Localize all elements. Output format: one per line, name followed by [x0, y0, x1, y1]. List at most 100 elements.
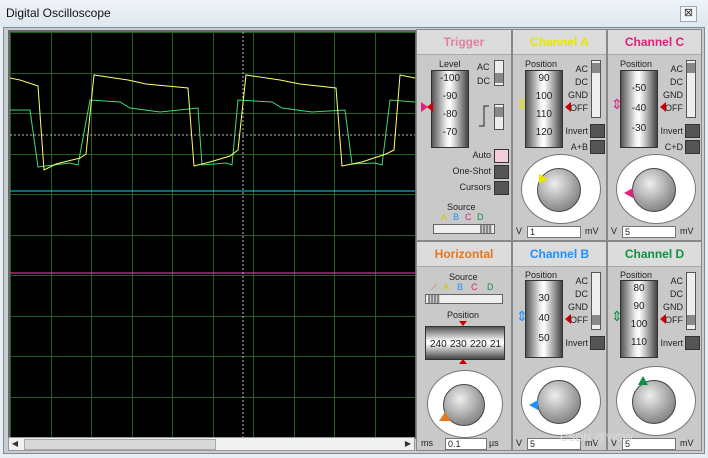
channel-d-knob-marker-icon	[638, 376, 648, 385]
channel-b-dc-label: DC	[575, 289, 588, 299]
timebase-value[interactable]: 0.1	[445, 438, 487, 450]
channel-b-invert-button[interactable]	[590, 336, 605, 350]
channel-a-dc-label: DC	[575, 77, 588, 87]
channel-d-unit-right: mV	[680, 438, 694, 448]
channel-c-sum-button[interactable]	[685, 140, 700, 154]
channel-c-value[interactable]: 5	[622, 226, 676, 238]
hsource-d-label: D	[487, 282, 494, 292]
trigger-coupling-switch[interactable]	[494, 60, 504, 86]
watermark: CSDN @YiCW	[560, 432, 634, 444]
channel-c-sum-label: C+D	[664, 142, 683, 152]
channel-c-position-drum[interactable]: -50 -40 -30	[620, 70, 658, 148]
channel-b-coupling-switch[interactable]	[591, 272, 601, 330]
hpos-value: 240	[430, 339, 447, 350]
trigger-title: Trigger	[417, 30, 511, 55]
source-d-label: D	[477, 212, 484, 222]
oneshot-button[interactable]	[494, 165, 509, 179]
auto-button[interactable]	[494, 149, 509, 163]
pos-value: 100	[630, 319, 648, 330]
channel-a-coupling-switch[interactable]	[591, 60, 601, 118]
channel-d-invert-button[interactable]	[685, 336, 700, 350]
hsource-b-label: B	[457, 282, 464, 292]
channel-b-gnd-label: GND	[568, 302, 588, 312]
channel-d-coupling-switch[interactable]	[686, 272, 696, 330]
trace-channel-b	[10, 99, 416, 168]
pos-value: 100	[535, 91, 553, 102]
channel-a-sum-label: A+B	[570, 142, 588, 152]
position-pointer-up-icon	[459, 359, 467, 364]
trigger-source-slider[interactable]	[433, 224, 495, 234]
channel-c-ac-label: AC	[670, 64, 683, 74]
pos-value: 90	[633, 301, 645, 312]
pos-value: 40	[538, 313, 550, 324]
pos-value: -50	[631, 83, 647, 94]
horizontal-source-slider[interactable]	[425, 294, 503, 304]
channel-d-off-label: OFF	[665, 315, 683, 325]
channel-a-gnd-label: GND	[568, 90, 588, 100]
trace-channel-a	[9, 74, 416, 171]
channel-d-title: Channel D	[608, 242, 701, 267]
oscilloscope-frame: ◀ ▶ Trigger Level -100 -90 -80 -70 AC DC…	[3, 27, 705, 454]
hpos-value: 21	[490, 339, 502, 350]
channel-b-off-label: OFF	[570, 315, 588, 325]
channel-b-position-label: Position	[525, 270, 558, 280]
scroll-left-icon[interactable]: ◀	[9, 438, 21, 450]
channel-a-ac-label: AC	[575, 64, 588, 74]
source-ramp-icon: ⟋	[431, 282, 438, 292]
horizontal-panel: Horizontal Source ⟋ A B C D Position 240…	[416, 241, 512, 451]
channel-c-coupling-switch[interactable]	[686, 60, 696, 118]
trigger-source-label: Source	[447, 202, 476, 212]
channel-c-dc-label: DC	[670, 77, 683, 87]
trigger-dc-label: DC	[477, 76, 490, 86]
channel-c-gnd-label: GND	[663, 90, 683, 100]
channel-a-invert-button[interactable]	[590, 124, 605, 138]
channel-a-sum-button[interactable]	[590, 140, 605, 154]
channel-b-volts-knob[interactable]	[537, 380, 581, 424]
scope-screen	[8, 30, 417, 439]
window-title: Digital Oscilloscope	[6, 6, 111, 20]
channel-d-dc-label: DC	[670, 289, 683, 299]
channel-c-invert-label: Invert	[660, 126, 683, 136]
channel-a-value[interactable]: 1	[527, 226, 581, 238]
channel-c-volts-knob[interactable]	[632, 168, 676, 212]
channel-a-invert-label: Invert	[565, 126, 588, 136]
hsource-c-label: C	[471, 282, 478, 292]
channel-a-off-label: OFF	[570, 103, 588, 113]
channel-d-invert-label: Invert	[660, 338, 683, 348]
trigger-oneshot-label: One-Shot	[452, 166, 491, 176]
channel-c-title: Channel C	[608, 30, 701, 55]
scroll-thumb[interactable]	[24, 439, 216, 450]
channel-c-position-arrows-icon: ⇕	[611, 96, 623, 112]
source-c-label: C	[465, 212, 472, 222]
channel-a-position-drum[interactable]: 90 100 110 120	[525, 70, 563, 148]
trigger-level-drum[interactable]: -100 -90 -80 -70	[431, 70, 469, 148]
pos-value: 30	[538, 293, 550, 304]
timebase-unit-right: µs	[489, 438, 499, 448]
channel-c-unit-left: V	[611, 226, 618, 236]
channel-c-position-label: Position	[620, 59, 653, 69]
pos-value: 90	[538, 73, 550, 84]
channel-b-invert-label: Invert	[565, 338, 588, 348]
scope-display	[9, 32, 416, 438]
cursors-button[interactable]	[494, 181, 509, 195]
horizontal-position-drum[interactable]: 240 230 220 21	[425, 326, 505, 360]
close-button[interactable]: ⊠	[680, 6, 697, 22]
channel-a-position-label: Position	[525, 59, 558, 69]
channel-d-position-arrows-icon: ⇕	[611, 308, 623, 324]
horizontal-source-label: Source	[449, 272, 478, 282]
channel-c-panel: Channel C Position -50 -40 -30 ⇕ AC DC G…	[607, 29, 702, 241]
channel-a-position-arrows-icon: ⇕	[516, 96, 528, 112]
trigger-edge-switch[interactable]	[494, 104, 504, 130]
trigger-ac-label: AC	[477, 62, 490, 72]
horizontal-scrollbar[interactable]: ◀ ▶	[8, 437, 415, 451]
channel-c-invert-button[interactable]	[685, 124, 700, 138]
timebase-unit-left: ms	[421, 438, 433, 448]
horizontal-title: Horizontal	[417, 242, 511, 267]
channel-d-volts-knob[interactable]	[632, 380, 676, 424]
hpos-value: 220	[470, 339, 487, 350]
pos-value: -40	[631, 103, 647, 114]
scroll-right-icon[interactable]: ▶	[402, 438, 414, 450]
level-value: -80	[442, 109, 458, 120]
channel-a-unit-left: V	[516, 226, 523, 236]
horizontal-position-label: Position	[447, 310, 480, 320]
